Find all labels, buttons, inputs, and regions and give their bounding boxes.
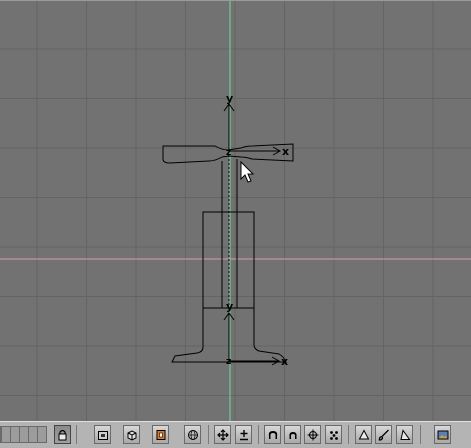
- top-axis-x-label: x: [282, 145, 289, 158]
- snap-target-button[interactable]: [304, 425, 321, 444]
- brush-icon: [378, 429, 389, 441]
- viewport-scene[interactable]: y x z y x z: [0, 1, 471, 422]
- top-axis-z-label: z: [226, 148, 231, 158]
- draw-type-bounds-button[interactable]: [94, 425, 111, 444]
- lock-button[interactable]: [54, 425, 71, 444]
- translate-manipulator-button[interactable]: [214, 425, 231, 444]
- scale-manipulator-button[interactable]: [235, 425, 252, 444]
- 3d-viewport[interactable]: y x z y x z: [0, 0, 471, 422]
- viewport-header-toolbar: [0, 421, 471, 448]
- proportional-edit-button[interactable]: [264, 425, 281, 444]
- image-icon: [437, 430, 448, 439]
- horseshoe-small-icon: [288, 431, 297, 439]
- bottom-axis-z-label: z: [226, 357, 231, 367]
- bounding-box-icon: [97, 430, 108, 440]
- bottom-object-axes: [223, 312, 281, 366]
- dots-icon: [329, 430, 338, 440]
- horseshoe-icon: [268, 430, 277, 439]
- wire-sphere-button[interactable]: [184, 425, 201, 444]
- render-view-button[interactable]: [434, 425, 451, 444]
- pivot-button[interactable]: [152, 425, 169, 444]
- wedge-icon: [399, 428, 410, 440]
- sculpt-button[interactable]: [396, 425, 413, 444]
- draw-type-solid-button[interactable]: [123, 425, 140, 444]
- scale-icon: [239, 429, 248, 440]
- proportional-falloff-button[interactable]: [284, 425, 301, 444]
- wire-sphere-icon: [187, 429, 198, 440]
- paint-button[interactable]: [375, 425, 392, 444]
- crosshair-icon: [307, 429, 318, 440]
- pivot-icon: [156, 429, 165, 440]
- solid-cube-icon: [127, 429, 136, 441]
- top-object-axes: [223, 103, 282, 156]
- bottom-axis-x-label: x: [281, 355, 288, 368]
- translate-arrows-icon: [216, 428, 229, 441]
- mouse-cursor-icon: [240, 160, 255, 183]
- top-axis-y-label: y: [226, 92, 233, 105]
- bottom-axis-y-label: y: [226, 300, 233, 313]
- triangle-tool-button[interactable]: [355, 425, 372, 444]
- triangle-icon: [358, 428, 369, 439]
- snap-points-button[interactable]: [325, 425, 342, 444]
- layers-grid-icon[interactable]: [0, 426, 47, 443]
- lock-icon: [58, 429, 67, 440]
